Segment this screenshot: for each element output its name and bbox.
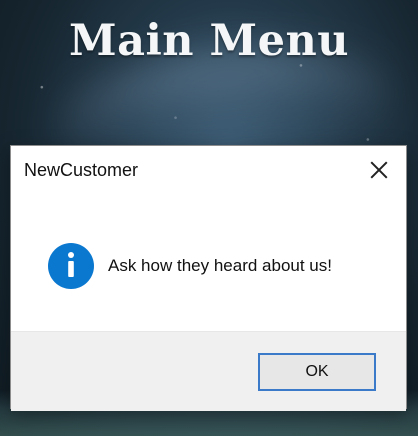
dialog-footer: OK xyxy=(11,331,406,411)
message-dialog: NewCustomer Ask how they heard about us!… xyxy=(10,145,407,411)
dialog-header: NewCustomer xyxy=(11,146,406,196)
main-menu-title: Main Menu xyxy=(68,16,349,66)
dialog-body: Ask how they heard about us! xyxy=(11,196,406,331)
ok-button[interactable]: OK xyxy=(258,353,376,391)
dialog-message: Ask how they heard about us! xyxy=(108,256,332,275)
dialog-title: NewCustomer xyxy=(24,160,139,180)
info-icon xyxy=(48,243,94,289)
close-icon[interactable] xyxy=(365,156,393,184)
app-window: Main Menu NewCustomer Ask how they heard… xyxy=(0,0,418,436)
